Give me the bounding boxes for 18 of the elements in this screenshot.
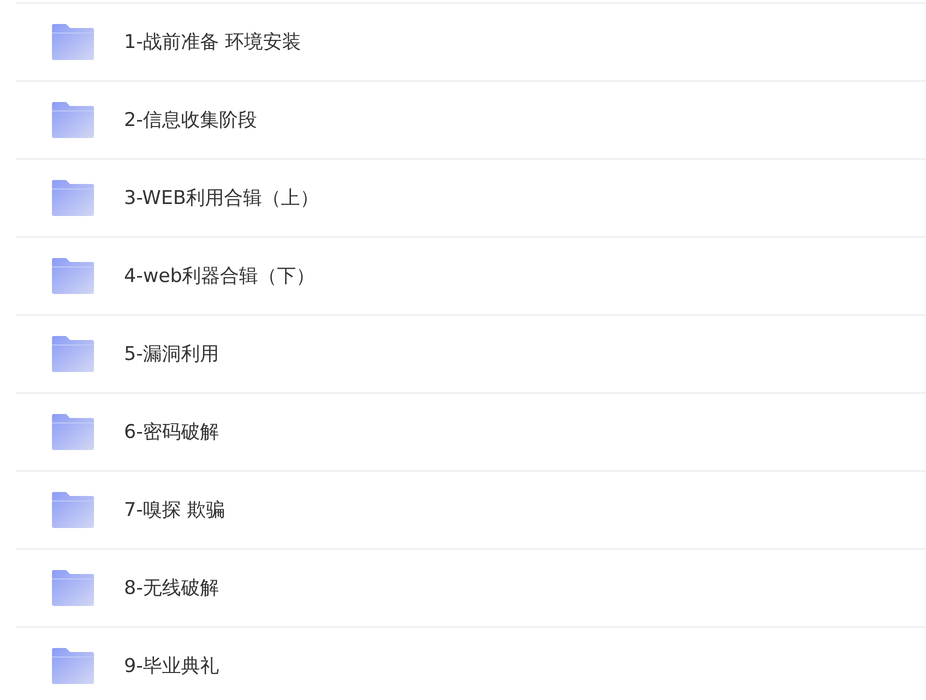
folder-name[interactable]: 1-战前准备 环境安装 bbox=[124, 29, 301, 55]
folder-icon bbox=[52, 414, 94, 450]
folder-name[interactable]: 5-漏洞利用 bbox=[124, 341, 219, 367]
folder-icon bbox=[52, 258, 94, 294]
folder-name[interactable]: 6-密码破解 bbox=[124, 419, 219, 445]
folder-icon bbox=[52, 492, 94, 528]
folder-name[interactable]: 9-毕业典礼 bbox=[124, 653, 219, 679]
folder-name[interactable]: 4-web利器合辑（下） bbox=[124, 263, 316, 289]
folder-icon bbox=[52, 102, 94, 138]
folder-icon bbox=[52, 180, 94, 216]
folder-name[interactable]: 8-无线破解 bbox=[124, 575, 219, 601]
folder-name[interactable]: 2-信息收集阶段 bbox=[124, 107, 257, 133]
folder-icon bbox=[52, 570, 94, 606]
folder-icon bbox=[52, 24, 94, 60]
folder-name[interactable]: 3-WEB利用合辑（上） bbox=[124, 185, 320, 211]
folder-name[interactable]: 7-嗅探 欺骗 bbox=[124, 497, 225, 523]
folder-icon bbox=[52, 336, 94, 372]
folder-icon bbox=[52, 648, 94, 684]
